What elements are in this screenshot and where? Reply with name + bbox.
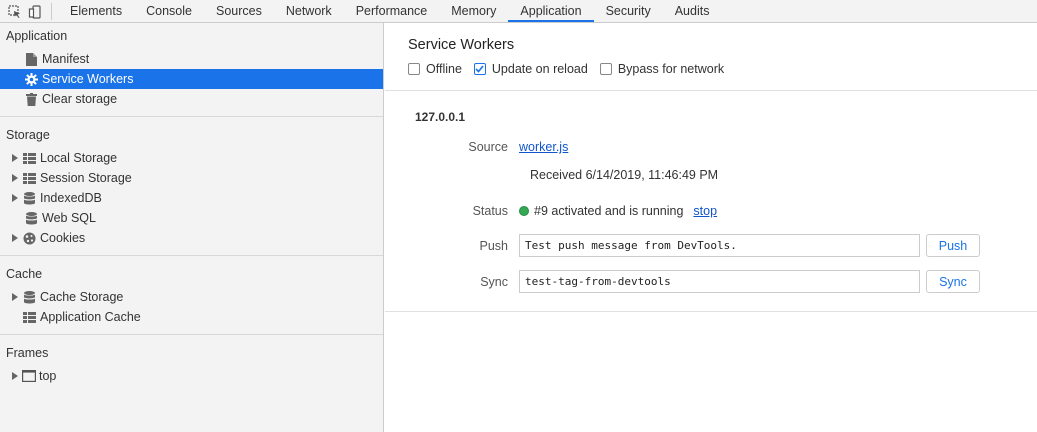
- status-text: #9 activated and is running: [534, 204, 684, 218]
- offline-checkbox[interactable]: [408, 63, 420, 75]
- source-label: Source: [468, 140, 508, 154]
- tab-audits[interactable]: Audits: [663, 0, 722, 22]
- update-on-reload-checkbox[interactable]: [473, 63, 486, 75]
- push-button[interactable]: Push: [926, 234, 980, 257]
- database-icon: [24, 211, 38, 225]
- update-on-reload-label: Update on reload: [491, 62, 588, 76]
- sidebar-item-label: IndexedDB: [40, 191, 102, 205]
- grid-icon: [22, 310, 36, 324]
- sidebar-section-cache: Cache Cache Storage Application Cache: [0, 262, 383, 335]
- database-icon: [22, 290, 36, 304]
- inspect-icon[interactable]: [5, 1, 25, 23]
- sidebar-item-cache-storage[interactable]: Cache Storage: [0, 287, 383, 307]
- section-title: Cache: [6, 267, 43, 281]
- sidebar: Application Manifest Service Workers Cle…: [0, 23, 384, 432]
- options-bar: Offline Update on reload Bypass for netw…: [408, 62, 1037, 76]
- sidebar-item-label: Session Storage: [40, 171, 132, 185]
- sidebar-item-service-workers[interactable]: Service Workers: [0, 69, 383, 89]
- toolbar-icon-group: [0, 3, 52, 20]
- sidebar-section-storage: Storage Local Storage Session Storage In…: [0, 123, 383, 256]
- grid-icon: [22, 171, 36, 185]
- sidebar-item-label: Local Storage: [40, 151, 118, 165]
- grid-icon: [22, 151, 36, 165]
- sidebar-item-label: top: [39, 369, 57, 383]
- sidebar-item-label: Manifest: [42, 52, 90, 66]
- status-label: Status: [472, 204, 508, 218]
- received-row: Received 6/14/2019, 11:46:49 PM: [530, 168, 718, 182]
- service-worker-entry: 127.0.0.1 Source worker.js Received 6/14…: [385, 91, 1037, 312]
- worker-origin: 127.0.0.1: [415, 110, 466, 124]
- panel-tabs: Elements Console Sources Network Perform…: [58, 0, 721, 22]
- document-icon: [24, 52, 38, 66]
- offline-label: Offline: [426, 62, 462, 76]
- cookie-icon: [22, 231, 36, 245]
- bypass-for-network-checkbox[interactable]: [599, 63, 612, 75]
- expand-triangle-icon[interactable]: [10, 174, 19, 182]
- expand-triangle-icon[interactable]: [10, 293, 19, 301]
- sidebar-item-label: Application Cache: [40, 310, 141, 324]
- sidebar-item-clear-storage[interactable]: Clear storage: [0, 89, 383, 109]
- expand-triangle-icon[interactable]: [10, 194, 19, 202]
- tab-application[interactable]: Application: [508, 0, 594, 22]
- service-workers-panel: Service Workers Offline Update on reload…: [385, 23, 1037, 432]
- section-title: Application: [6, 29, 68, 43]
- source-row: Source worker.js: [385, 140, 568, 154]
- expand-triangle-icon[interactable]: [10, 154, 19, 162]
- expand-triangle-icon[interactable]: [10, 372, 19, 380]
- trash-icon: [24, 92, 38, 106]
- bypass-for-network-label: Bypass for network: [617, 62, 725, 76]
- sidebar-item-top-frame[interactable]: top: [0, 366, 383, 386]
- tab-sources[interactable]: Sources: [204, 0, 274, 22]
- sync-button[interactable]: Sync: [926, 270, 980, 293]
- status-row: Status #9 activated and is running stop: [385, 204, 718, 218]
- sidebar-item-label: Cache Storage: [40, 290, 124, 304]
- sidebar-item-application-cache[interactable]: Application Cache: [0, 307, 383, 327]
- expand-triangle-icon[interactable]: [10, 234, 19, 242]
- tab-memory[interactable]: Memory: [439, 0, 508, 22]
- tab-network[interactable]: Network: [274, 0, 344, 22]
- sidebar-item-label: Clear storage: [42, 92, 118, 106]
- source-link[interactable]: worker.js: [519, 140, 568, 154]
- sync-input[interactable]: test-tag-from-devtools: [519, 270, 920, 293]
- page-title: Service Workers: [408, 37, 515, 53]
- checkmark-icon: [475, 65, 485, 73]
- push-row: Push Test push message from DevTools. Pu…: [385, 234, 980, 257]
- status-indicator-icon: [519, 206, 529, 216]
- sidebar-item-web-sql[interactable]: Web SQL: [0, 208, 383, 228]
- section-title: Frames: [6, 346, 49, 360]
- sidebar-item-local-storage[interactable]: Local Storage: [0, 148, 383, 168]
- sync-label: Sync: [480, 274, 508, 289]
- tab-console[interactable]: Console: [134, 0, 204, 22]
- database-icon: [22, 191, 36, 205]
- sidebar-section-frames: Frames top: [0, 341, 383, 393]
- bypass-for-network-option[interactable]: Bypass for network: [599, 62, 725, 76]
- panel-header: Service Workers Offline Update on reload…: [385, 23, 1037, 91]
- sidebar-item-label: Web SQL: [42, 211, 96, 225]
- gear-icon: [24, 72, 38, 86]
- stop-link[interactable]: stop: [693, 204, 717, 218]
- tab-security[interactable]: Security: [594, 0, 663, 22]
- offline-option[interactable]: Offline: [408, 62, 462, 76]
- received-time: Received 6/14/2019, 11:46:49 PM: [530, 168, 719, 182]
- sidebar-item-label: Cookies: [40, 231, 86, 245]
- tab-performance[interactable]: Performance: [344, 0, 440, 22]
- sidebar-item-label: Service Workers: [42, 72, 134, 86]
- devtools-toolbar: Elements Console Sources Network Perform…: [0, 0, 1037, 23]
- sidebar-item-cookies[interactable]: Cookies: [0, 228, 383, 248]
- sidebar-item-indexeddb[interactable]: IndexedDB: [0, 188, 383, 208]
- sync-row: Sync test-tag-from-devtools Sync: [385, 270, 980, 293]
- sidebar-section-application: Application Manifest Service Workers Cle…: [0, 24, 383, 117]
- sidebar-item-manifest[interactable]: Manifest: [0, 49, 383, 69]
- section-title: Storage: [6, 128, 50, 142]
- push-input[interactable]: Test push message from DevTools.: [519, 234, 920, 257]
- tab-elements[interactable]: Elements: [58, 0, 134, 22]
- update-on-reload-option[interactable]: Update on reload: [473, 62, 588, 76]
- frame-icon: [22, 369, 36, 383]
- device-toggle-icon[interactable]: [25, 1, 45, 23]
- sidebar-item-session-storage[interactable]: Session Storage: [0, 168, 383, 188]
- push-label: Push: [479, 238, 509, 253]
